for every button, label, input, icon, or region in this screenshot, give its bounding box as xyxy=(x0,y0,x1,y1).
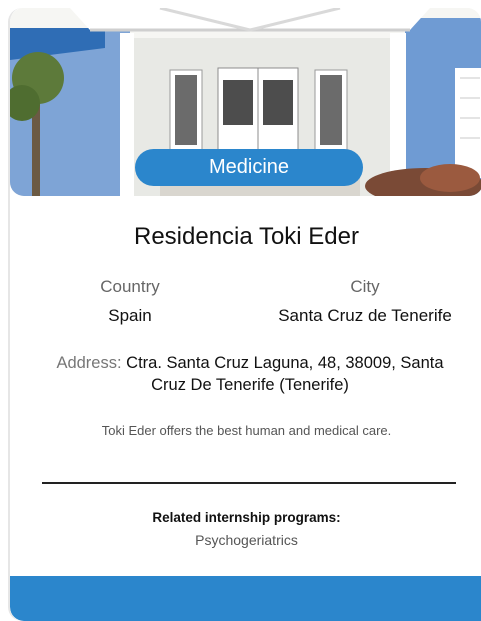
city-value: Santa Cruz de Tenerife xyxy=(278,306,452,325)
related-programs-label: Related internship programs: xyxy=(152,510,341,525)
address-label: Address: xyxy=(56,354,122,372)
residence-photo: Medicine xyxy=(10,8,481,196)
category-badge[interactable]: Medicine xyxy=(135,149,363,186)
category-label: Medicine xyxy=(208,156,290,178)
address: Address: Ctra. Santa Cruz Laguna, 48, 38… xyxy=(40,352,460,396)
city-label: City xyxy=(350,277,380,296)
divider xyxy=(42,482,456,484)
description: Toki Eder offers the best human and medi… xyxy=(101,423,392,438)
residence-title: Residencia Toki Eder xyxy=(133,223,359,250)
address-value: Ctra. Santa Cruz Laguna, 48, 38009, Sant… xyxy=(126,354,444,394)
related-program-item[interactable]: Psychogeriatrics xyxy=(10,532,481,548)
residence-card: Medicine Residencia Toki Eder Country Ci… xyxy=(8,8,481,621)
country-label: Country xyxy=(100,277,160,296)
country-value: Spain xyxy=(108,306,152,325)
card-footer-bar[interactable] xyxy=(10,576,481,621)
